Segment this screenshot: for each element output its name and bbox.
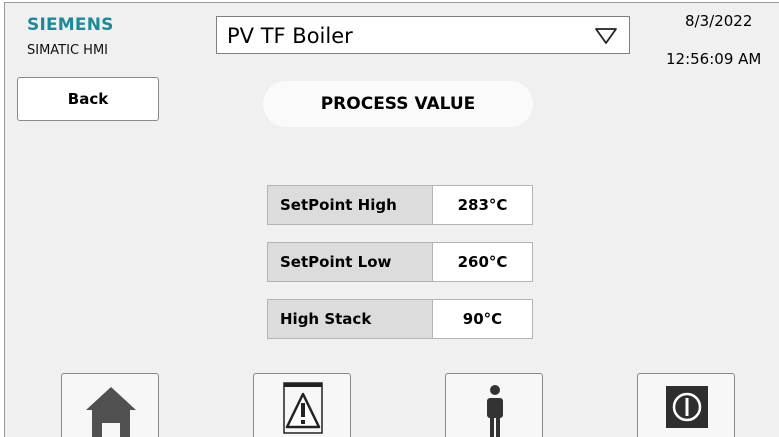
page-title: PROCESS VALUE	[263, 81, 533, 127]
setpoint-low-label: SetPoint Low	[267, 242, 433, 282]
date-display: 8/3/2022	[685, 12, 753, 30]
user-icon	[487, 385, 503, 437]
high-stack-label: High Stack	[267, 299, 433, 339]
alarm-button[interactable]	[253, 373, 351, 437]
power-button[interactable]	[637, 373, 735, 437]
setpoint-high-value: 283°C	[432, 185, 533, 225]
user-button[interactable]	[445, 373, 543, 437]
hmi-screen: SIEMENS SIMATIC HMI PV TF Boiler 8/3/202…	[4, 2, 779, 437]
chevron-down-icon	[595, 28, 617, 44]
home-icon	[86, 387, 136, 437]
screen-selector-dropdown[interactable]: PV TF Boiler	[216, 16, 630, 54]
time-display: 12:56:09 AM	[666, 50, 762, 68]
setpoint-low-value: 260°C	[432, 242, 533, 282]
dropdown-selected-value: PV TF Boiler	[227, 24, 353, 48]
setpoint-high-label: SetPoint High	[267, 185, 433, 225]
alarm-warning-icon	[283, 382, 323, 434]
back-button[interactable]: Back	[17, 77, 159, 121]
high-stack-value: 90°C	[432, 299, 533, 339]
brand-logo: SIEMENS	[27, 15, 114, 35]
power-icon	[666, 386, 708, 428]
brand-subtitle: SIMATIC HMI	[27, 43, 108, 58]
home-button[interactable]	[61, 373, 159, 437]
